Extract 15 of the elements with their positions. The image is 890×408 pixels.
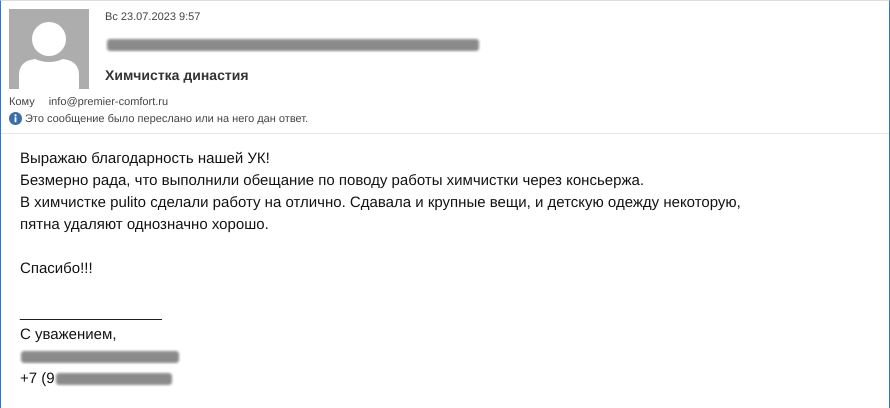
avatar-icon: [9, 9, 89, 89]
body-text-line: Безмерно рада, что выполнили обещание по поводу работы химчистки через консьержа.: [20, 171, 645, 191]
sent-date: Вс 23.07.2023 9:57: [105, 11, 202, 25]
body-text-line: пятна удаляют однозначно хорошо.: [20, 215, 270, 235]
body-text-line: Спасибо!!!: [20, 259, 94, 279]
reply-notice: Это сообщение было переслано или на него дан ответ.: [25, 112, 308, 124]
info-icon: [9, 112, 22, 125]
recipient-address: info@premier-comfort.ru: [48, 96, 168, 108]
to-label: Кому: [9, 96, 35, 108]
signature-line: _________________: [20, 303, 162, 323]
email-subject: Химчистка династия: [105, 67, 250, 83]
body-text-line: В химчистке pulito сделали работу на отлично. Сдавала и крупные вещи, и детскую одежду некоторую,: [20, 193, 742, 213]
body-text-line: Выражаю благодарность нашей УК!: [20, 149, 271, 169]
signature-line: С уважением,: [20, 325, 117, 345]
signature-line: +7 (9: [20, 369, 55, 389]
